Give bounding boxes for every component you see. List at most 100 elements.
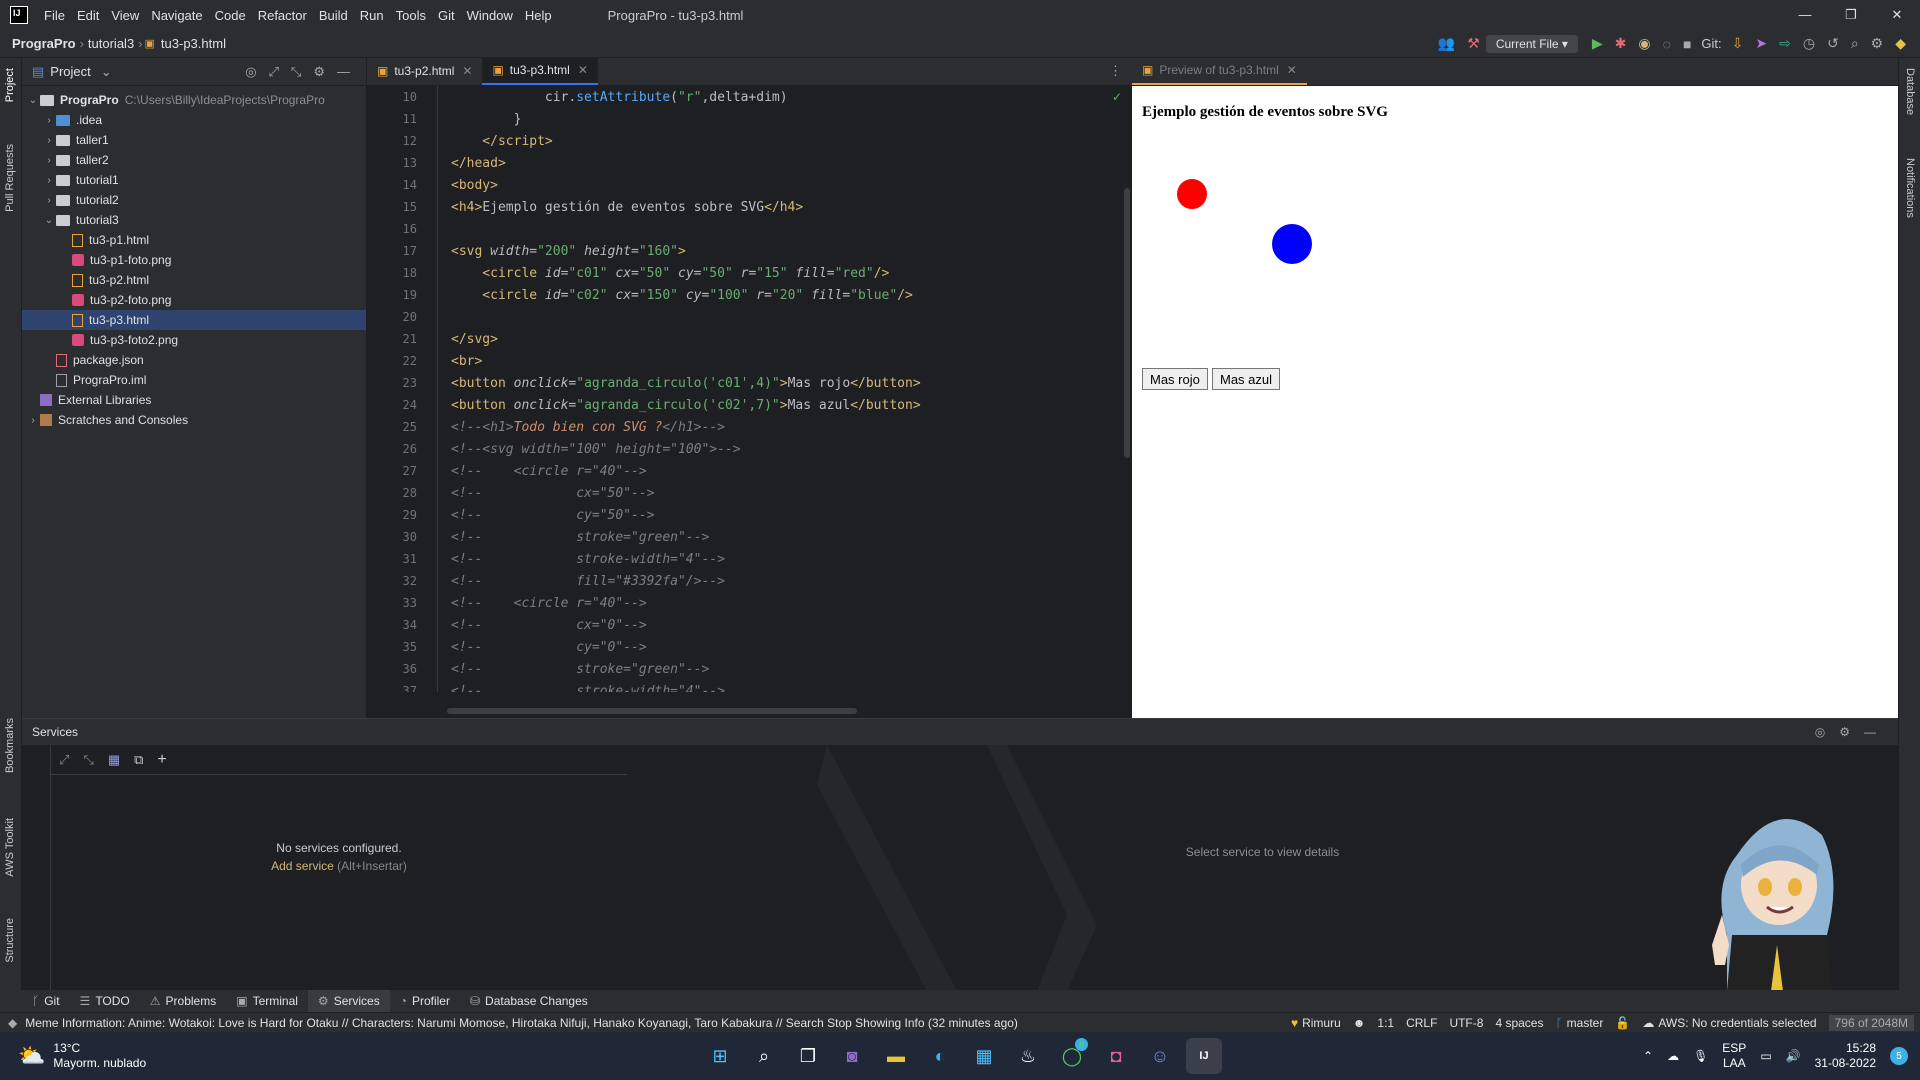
tree-item[interactable]: tu3-p1.html — [22, 230, 366, 250]
code-line[interactable]: 11 } — [367, 108, 1132, 130]
aws-credentials[interactable]: AWS: No credentials selected — [1658, 1016, 1816, 1030]
code-line[interactable]: 23 <button onclick="agranda_circulo('c01'… — [367, 372, 1132, 394]
code-line[interactable]: 27 <!-- <circle r="40"--> — [367, 460, 1132, 482]
menu-tools[interactable]: Tools — [390, 8, 432, 23]
add-service-icon[interactable]: + — [157, 751, 166, 769]
stop-icon[interactable]: ■ — [1683, 36, 1691, 52]
line-number[interactable]: 19 — [367, 288, 437, 302]
tree-item[interactable]: ⌄ tutorial3 — [22, 210, 366, 230]
build-hammer-icon[interactable]: ⚒ — [1467, 35, 1480, 52]
lock-icon[interactable]: 🔓 — [1615, 1016, 1630, 1030]
notification-badge[interactable]: 5 — [1890, 1047, 1908, 1065]
code-line[interactable]: 34 <!-- cx="0"--> — [367, 614, 1132, 636]
chevron-icon[interactable]: › — [42, 175, 56, 186]
expand-all-icon[interactable]: ⤢ — [59, 752, 69, 768]
line-number[interactable]: 13 — [367, 156, 437, 170]
code-line[interactable]: 13 </head> — [367, 152, 1132, 174]
line-number[interactable]: 17 — [367, 244, 437, 258]
stripe-aws-toolkit[interactable]: AWS Toolkit — [4, 818, 16, 877]
code-line[interactable]: 31 <!-- stroke-width="4"--> — [367, 548, 1132, 570]
tab-tu3-p3[interactable]: ▣ tu3-p3.html ✕ — [482, 57, 598, 85]
git-update-icon[interactable]: ⇩ — [1732, 35, 1744, 52]
group-by-icon[interactable]: ▦ — [108, 752, 120, 768]
file-explorer-icon[interactable]: ▬ — [878, 1038, 914, 1074]
code-line[interactable]: 15 <h4>Ejemplo gestión de eventos sobre S… — [367, 196, 1132, 218]
onedrive-cloud-icon[interactable]: ☁ — [1667, 1049, 1679, 1063]
line-number[interactable]: 23 — [367, 376, 437, 390]
mascot-icon[interactable]: ☻ — [1353, 1016, 1366, 1030]
code-line[interactable]: 22 <br> — [367, 350, 1132, 372]
chevron-icon[interactable]: › — [42, 155, 56, 166]
search-icon[interactable]: ⌕ — [746, 1038, 782, 1074]
code-line[interactable]: 18 <circle id="c01" cx="50" cy="50" r="1… — [367, 262, 1132, 284]
chevron-icon[interactable]: › — [26, 415, 40, 426]
code-line[interactable]: 24 <button onclick="agranda_circulo('c02'… — [367, 394, 1132, 416]
tree-item[interactable]: tu3-p2.html — [22, 270, 366, 290]
code-line[interactable]: 35 <!-- cy="0"--> — [367, 636, 1132, 658]
task-view-icon[interactable]: ❐ — [790, 1038, 826, 1074]
code-line[interactable]: 20 — [367, 306, 1132, 328]
tree-item[interactable]: tu3-p2-foto.png — [22, 290, 366, 310]
line-number[interactable]: 11 — [367, 112, 437, 126]
search-icon[interactable]: ⌕ — [1851, 35, 1859, 52]
mas-rojo-button[interactable]: Mas rojo — [1142, 368, 1208, 390]
line-number[interactable]: 36 — [367, 662, 437, 676]
git-push-icon[interactable]: ⇨ — [1779, 35, 1791, 52]
line-number[interactable]: 32 — [367, 574, 437, 588]
teams-chat-icon[interactable]: ◙ — [834, 1038, 870, 1074]
chevron-down-icon[interactable]: ⌄ — [26, 95, 40, 106]
weather-widget[interactable]: ⛅ 13°C Mayorm. nublado — [0, 1041, 146, 1071]
menu-navigate[interactable]: Navigate — [145, 8, 208, 23]
breadcrumb-file[interactable]: tu3-p3.html — [157, 36, 230, 51]
menu-run[interactable]: Run — [354, 8, 390, 23]
collapse-all-icon[interactable]: ⤡ — [83, 752, 93, 768]
minimize-button[interactable]: — — [1782, 7, 1828, 23]
tool-terminal[interactable]: ▣ Terminal — [226, 990, 308, 1012]
rollback-icon[interactable]: ↺ — [1827, 35, 1839, 52]
line-number[interactable]: 35 — [367, 640, 437, 654]
start-icon[interactable]: ⊞ — [702, 1038, 738, 1074]
menu-git[interactable]: Git — [432, 8, 461, 23]
inspection-ok-icon[interactable]: ✓ — [1112, 90, 1122, 104]
project-view-select[interactable]: Project — [50, 64, 90, 79]
tree-item[interactable]: package.json — [22, 350, 366, 370]
tool-profiler[interactable]: ◔ Profiler — [390, 990, 460, 1012]
code-line[interactable]: 16 — [367, 218, 1132, 240]
git-commit-icon[interactable]: ➤ — [1755, 35, 1767, 52]
services-header-actions[interactable]: ◎⚙— — [1815, 725, 1898, 739]
run-config-select[interactable]: Current File ▾ — [1485, 34, 1578, 53]
tool-todo[interactable]: ☰ TODO — [70, 990, 140, 1012]
store-icon[interactable]: ▦ — [966, 1038, 1002, 1074]
horizontal-scrollbar[interactable] — [447, 708, 857, 714]
line-number[interactable]: 22 — [367, 354, 437, 368]
clock[interactable]: 15:28 31-08-2022 — [1815, 1041, 1876, 1071]
ide-update-icon[interactable]: ◆ — [1895, 35, 1906, 52]
code-line[interactable]: 12 </script> — [367, 130, 1132, 152]
debug-icon[interactable]: ✱ — [1615, 35, 1627, 52]
tool-database-changes[interactable]: ⛁ Database Changes — [460, 990, 598, 1012]
instagram-icon[interactable]: ◘ — [1098, 1038, 1134, 1074]
maximize-button[interactable]: ❐ — [1828, 7, 1874, 23]
code-line[interactable]: 10 cir.setAttribute("r",delta+dim) — [367, 86, 1132, 108]
code-line[interactable]: 26 <!--<svg width="100" height="100">--> — [367, 438, 1132, 460]
code-line[interactable]: 19 <circle id="c02" cx="150" cy="100" r=… — [367, 284, 1132, 306]
close-icon[interactable]: ✕ — [578, 63, 588, 77]
chevron-down-icon[interactable]: ⌄ — [101, 64, 112, 80]
menu-refactor[interactable]: Refactor — [252, 8, 313, 23]
stripe-structure[interactable]: Structure — [4, 918, 16, 963]
line-number[interactable]: 26 — [367, 442, 437, 456]
steam-icon[interactable]: ♨ — [1010, 1038, 1046, 1074]
line-number[interactable]: 30 — [367, 530, 437, 544]
caret-position[interactable]: 1:1 — [1377, 1016, 1394, 1030]
line-number[interactable]: 29 — [367, 508, 437, 522]
input-language[interactable]: ESP LAA — [1722, 1041, 1746, 1071]
menu-code[interactable]: Code — [209, 8, 252, 23]
code-area[interactable]: 10 cir.setAttribute("r",delta+dim) 11 } 12… — [367, 86, 1132, 692]
line-number[interactable]: 14 — [367, 178, 437, 192]
chevron-icon[interactable]: ⌄ — [42, 215, 56, 226]
coverage-icon[interactable]: ◉ — [1638, 35, 1650, 52]
tree-item[interactable]: tu3-p3-foto2.png — [22, 330, 366, 350]
tool-git[interactable]: ᚴ Git — [22, 990, 70, 1012]
microphone-icon[interactable]: 🎙 — [1693, 1049, 1708, 1063]
line-number[interactable]: 25 — [367, 420, 437, 434]
